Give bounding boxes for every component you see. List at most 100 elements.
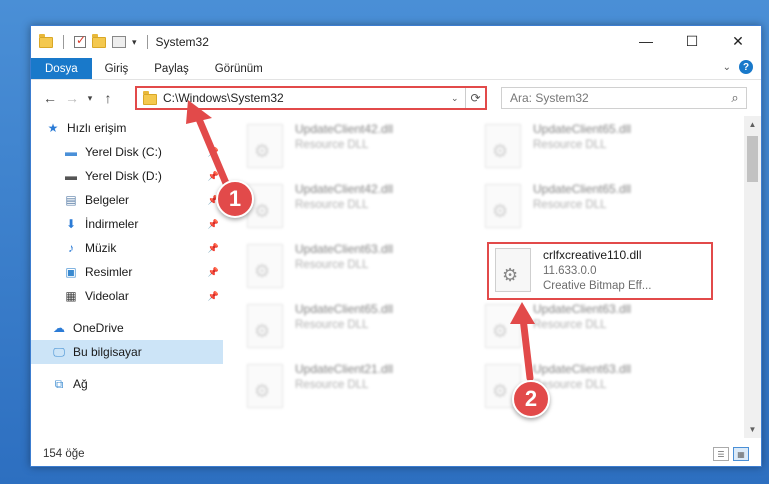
- file-version: 11.633.0.0: [543, 265, 597, 277]
- file-name: UpdateClient63.dll: [533, 302, 632, 316]
- file-type: Resource DLL: [533, 319, 607, 331]
- new-folder-icon[interactable]: [92, 33, 106, 48]
- back-arrow-icon[interactable]: ←: [39, 90, 61, 106]
- sidebar-item-documents[interactable]: ▤ Belgeler 📌: [31, 188, 223, 212]
- sidebar-item-downloads[interactable]: ⬇ İndirmeler 📌: [31, 212, 223, 236]
- properties-check-icon[interactable]: [74, 33, 86, 48]
- scroll-down-icon[interactable]: ▼: [744, 421, 761, 438]
- maximize-button[interactable]: ☐: [669, 26, 715, 56]
- status-bar: 154 öğe ☰ ▦: [31, 442, 761, 466]
- tab-file[interactable]: Dosya: [31, 58, 92, 79]
- sidebar-item-onedrive[interactable]: ☁ OneDrive: [31, 316, 223, 340]
- file-name: UpdateClient65.dll: [533, 122, 632, 136]
- sidebar-item-label: Yerel Disk (D:): [85, 169, 162, 183]
- file-item[interactable]: ⚙ UpdateClient65.dll Resource DLL: [485, 120, 715, 176]
- sidebar-item-label: Yerel Disk (C:): [85, 145, 162, 159]
- forward-arrow-icon[interactable]: →: [61, 90, 83, 106]
- sidebar-item-network[interactable]: ⧉ Ağ: [31, 372, 223, 396]
- sidebar-item-videos[interactable]: ▦ Videolar 📌: [31, 284, 223, 308]
- qa-dropdown-icon[interactable]: ▾: [132, 37, 137, 48]
- separator: [146, 35, 148, 49]
- separator: [63, 35, 64, 49]
- file-item[interactable]: ⚙ UpdateClient21.dll Resource DLL: [247, 360, 477, 416]
- star-icon: ★: [47, 121, 59, 135]
- navigation-row: ← → ▾ ↑ C:\Windows\System32 ⌄ ⟳ Ara: Sys…: [31, 80, 761, 116]
- folder-icon: [143, 91, 157, 105]
- pin-icon: 📌: [207, 170, 219, 181]
- sidebar-item-label: Videolar: [85, 289, 129, 303]
- details-view-icon[interactable]: ☰: [713, 447, 729, 461]
- file-list: ⚙ UpdateClient42.dll Resource DLL ⚙ Updat…: [227, 116, 743, 438]
- expand-ribbon-icon[interactable]: ⌄: [723, 62, 731, 73]
- computer-icon: 🖵: [53, 344, 65, 359]
- sidebar-item-label: OneDrive: [73, 321, 124, 335]
- folder-icon: [39, 33, 53, 48]
- sidebar-item-local-disk-d[interactable]: ▬ Yerel Disk (D:) 📌: [31, 164, 223, 188]
- target-dll-file[interactable]: ⚙ crlfxcreative110.dll 11.633.0.0 Creati…: [487, 242, 713, 300]
- sidebar-item-local-disk-c[interactable]: ▬ Yerel Disk (C:) 📌: [31, 140, 223, 164]
- file-item[interactable]: ⚙ UpdateClient65.dll Resource DLL: [485, 180, 715, 236]
- file-type: Resource DLL: [295, 259, 369, 271]
- file-item[interactable]: ⚙ UpdateClient63.dll Resource DLL: [247, 240, 477, 296]
- quick-access-toolbar: ▾: [39, 33, 152, 49]
- file-name: UpdateClient21.dll: [295, 362, 394, 376]
- tab-share[interactable]: Paylaş: [141, 58, 202, 79]
- ribbon-tabs: Dosya Giriş Paylaş Görünüm ⌄ ?: [31, 58, 761, 80]
- close-button[interactable]: ✕: [715, 26, 761, 56]
- sidebar-item-pictures[interactable]: ▣ Resimler 📌: [31, 260, 223, 284]
- recent-locations-icon[interactable]: ▾: [83, 93, 97, 104]
- minimize-button[interactable]: —: [623, 26, 669, 56]
- sidebar-item-this-pc[interactable]: 🖵 Bu bilgisayar: [31, 340, 223, 364]
- dll-file-icon: ⚙: [247, 304, 283, 348]
- vertical-scrollbar[interactable]: ▲ ▼: [744, 116, 761, 438]
- documents-icon: ▤: [65, 193, 77, 207]
- scrollbar-thumb[interactable]: [747, 136, 758, 182]
- dll-file-icon: ⚙: [495, 248, 531, 292]
- up-arrow-icon[interactable]: ↑: [97, 90, 119, 106]
- file-item[interactable]: ⚙ UpdateClient42.dll Resource DLL: [247, 180, 477, 236]
- tab-view[interactable]: Görünüm: [202, 58, 276, 79]
- customize-icon[interactable]: [112, 36, 126, 48]
- address-bar[interactable]: C:\Windows\System32 ⌄ ⟳: [135, 86, 487, 110]
- sidebar-item-label: Resimler: [85, 265, 133, 279]
- file-name: UpdateClient65.dll: [533, 182, 632, 196]
- file-name: UpdateClient42.dll: [295, 122, 394, 136]
- search-input[interactable]: Ara: System32: [510, 91, 724, 105]
- file-type: Resource DLL: [295, 319, 369, 331]
- drive-icon: ▬: [65, 145, 77, 159]
- sidebar-item-label: Ağ: [73, 377, 88, 391]
- sidebar-item-quick-access[interactable]: ★ Hızlı erişim: [31, 116, 223, 140]
- file-item[interactable]: ⚙ UpdateClient42.dll Resource DLL: [247, 120, 477, 176]
- search-box[interactable]: Ara: System32 ⌕: [501, 87, 747, 109]
- address-dropdown-icon[interactable]: ⌄: [451, 93, 465, 104]
- navigation-pane: ★ Hızlı erişim ▬ Yerel Disk (C:) 📌 ▬ Yer…: [31, 116, 223, 438]
- pictures-icon: ▣: [65, 265, 77, 279]
- title-bar: ▾ System32 — ☐ ✕: [31, 26, 761, 58]
- dll-file-icon: ⚙: [485, 184, 521, 228]
- file-name: crlfxcreative110.dll: [543, 248, 642, 262]
- file-item[interactable]: ⚙ UpdateClient63.dll Resource DLL: [485, 300, 715, 356]
- file-type: Resource DLL: [533, 199, 607, 211]
- help-icon[interactable]: ?: [739, 60, 753, 74]
- file-name: UpdateClient42.dll: [295, 182, 394, 196]
- pin-icon: 📌: [207, 242, 219, 253]
- refresh-icon[interactable]: ⟳: [465, 88, 485, 108]
- file-type: Resource DLL: [295, 199, 369, 211]
- item-count: 154 öğe: [43, 448, 85, 460]
- search-icon[interactable]: ⌕: [724, 90, 746, 106]
- pin-icon: 📌: [207, 266, 219, 277]
- videos-icon: ▦: [65, 289, 77, 303]
- sidebar-item-label: İndirmeler: [85, 217, 139, 231]
- file-item[interactable]: ⚙ UpdateClient65.dll Resource DLL: [247, 300, 477, 356]
- tiles-view-icon[interactable]: ▦: [733, 447, 749, 461]
- scroll-up-icon[interactable]: ▲: [744, 116, 761, 133]
- file-type: Resource DLL: [533, 139, 607, 151]
- file-name: UpdateClient65.dll: [295, 302, 394, 316]
- address-path[interactable]: C:\Windows\System32: [163, 91, 451, 105]
- dll-file-icon: ⚙: [485, 304, 521, 348]
- sidebar-item-music[interactable]: ♪ Müzik 📌: [31, 236, 223, 260]
- file-name: UpdateClient63.dll: [295, 242, 394, 256]
- tab-home[interactable]: Giriş: [92, 58, 142, 79]
- window-title: System32: [155, 35, 209, 49]
- step-badge-1: 1: [216, 180, 254, 218]
